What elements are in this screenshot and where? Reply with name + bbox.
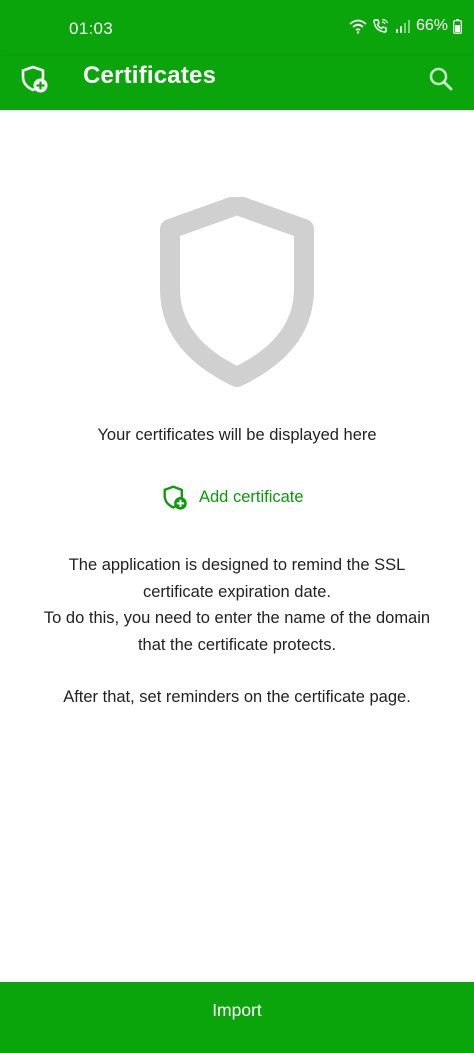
status-time: 01:03 xyxy=(69,19,114,38)
search-icon[interactable] xyxy=(426,64,456,94)
page-title: Certificates xyxy=(83,62,217,89)
info-line: After that, set reminders on the certifi… xyxy=(63,688,411,706)
shield-outline-icon xyxy=(160,197,314,387)
wifi-call-icon xyxy=(373,18,389,33)
shield-plus-icon xyxy=(163,485,187,510)
info-text: The application is designed to remind th… xyxy=(20,552,454,711)
wifi-icon xyxy=(349,19,367,34)
import-label: Import xyxy=(212,1000,262,1020)
import-button[interactable]: Import xyxy=(0,982,474,1053)
add-certificate-label: Add certificate xyxy=(199,487,304,506)
status-bar: 01:03 66% xyxy=(0,0,474,56)
battery-icon xyxy=(453,18,462,34)
info-line: The application is designed to remind th… xyxy=(68,556,406,574)
battery-percent: 66% xyxy=(415,17,448,34)
empty-state: Your certificates will be displayed here… xyxy=(0,110,474,982)
add-certificate-button[interactable]: Add certificate xyxy=(162,482,304,512)
shield-plus-icon xyxy=(21,65,48,93)
info-line: To do this, you need to enter the name o… xyxy=(43,609,431,627)
info-line: that the certificate protects. xyxy=(137,635,337,654)
empty-message: Your certificates will be displayed here xyxy=(97,426,377,444)
info-line: certificate expiration date. xyxy=(142,582,332,601)
app-bar: Certificates xyxy=(0,56,474,110)
signal-icon xyxy=(395,20,410,33)
status-icons: 66% xyxy=(349,17,462,35)
